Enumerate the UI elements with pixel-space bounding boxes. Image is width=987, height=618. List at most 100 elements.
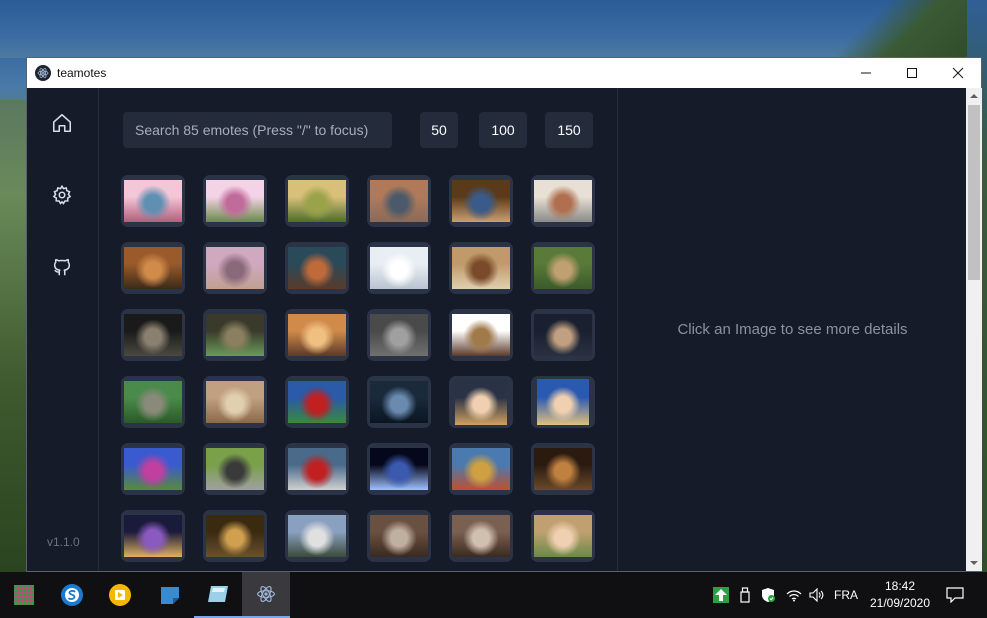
emote-tile[interactable] bbox=[531, 510, 595, 562]
minimize-button[interactable] bbox=[843, 58, 889, 88]
tray-volume-icon[interactable] bbox=[806, 572, 828, 618]
taskbar-media-app[interactable] bbox=[96, 572, 144, 618]
clock-date: 21/09/2020 bbox=[869, 596, 931, 610]
tray-security-icon[interactable] bbox=[758, 572, 778, 618]
emote-tile[interactable] bbox=[203, 376, 267, 428]
emote-tile[interactable] bbox=[285, 443, 349, 495]
emote-tile[interactable] bbox=[203, 309, 267, 361]
emote-tile[interactable] bbox=[449, 510, 513, 562]
emote-tile[interactable] bbox=[531, 175, 595, 227]
notification-icon bbox=[946, 587, 964, 603]
details-panel: Click an Image to see more details bbox=[617, 88, 967, 571]
emote-image bbox=[534, 314, 592, 356]
size-150-button[interactable]: 150 bbox=[545, 112, 593, 148]
emote-tile[interactable] bbox=[367, 309, 431, 361]
emote-tile[interactable] bbox=[203, 443, 267, 495]
tray-language[interactable]: FRA bbox=[832, 572, 860, 618]
emote-tile[interactable] bbox=[449, 376, 513, 428]
scroll-down-arrow-icon[interactable] bbox=[970, 559, 978, 567]
taskbar-notes-app[interactable] bbox=[146, 572, 194, 618]
emote-tile[interactable] bbox=[121, 443, 185, 495]
taskbar: FRA 18:42 21/09/2020 bbox=[0, 572, 987, 618]
emote-image bbox=[370, 381, 428, 423]
emote-tile[interactable] bbox=[121, 309, 185, 361]
speaker-icon bbox=[809, 588, 824, 602]
emote-tile[interactable] bbox=[285, 376, 349, 428]
emote-tile[interactable] bbox=[285, 242, 349, 294]
emote-image bbox=[124, 381, 182, 423]
search-input[interactable] bbox=[123, 112, 392, 148]
emote-tile[interactable] bbox=[285, 309, 349, 361]
tray-notifications[interactable] bbox=[942, 572, 968, 618]
emote-image bbox=[288, 448, 346, 490]
app-window: teamotes v1.1.0 Search 85 emotes (Press … bbox=[26, 57, 982, 572]
emote-tile[interactable] bbox=[449, 175, 513, 227]
emote-image bbox=[370, 515, 428, 557]
emote-tile[interactable] bbox=[531, 242, 595, 294]
clock-time: 18:42 bbox=[884, 579, 916, 593]
scroll-thumb[interactable] bbox=[968, 105, 980, 280]
emote-tile[interactable] bbox=[367, 242, 431, 294]
tray-usb-icon[interactable] bbox=[735, 572, 755, 618]
emote-tile[interactable] bbox=[531, 443, 595, 495]
emote-image bbox=[370, 448, 428, 490]
emote-tile[interactable] bbox=[285, 175, 349, 227]
taskbar-s-app[interactable] bbox=[48, 572, 96, 618]
clock[interactable]: 18:42 21/09/2020 bbox=[862, 578, 938, 612]
size-100-button[interactable]: 100 bbox=[479, 112, 527, 148]
emote-tile[interactable] bbox=[121, 376, 185, 428]
taskbar-teamotes[interactable] bbox=[242, 572, 290, 618]
emote-tile[interactable] bbox=[367, 175, 431, 227]
close-button[interactable] bbox=[935, 58, 981, 88]
taskbar-tiled-app[interactable] bbox=[0, 572, 48, 618]
sidebar-item-github[interactable] bbox=[51, 256, 75, 280]
glass-panel-icon bbox=[208, 586, 228, 602]
app-version: v1.1.0 bbox=[47, 535, 80, 549]
main-content: 50 100 150 bbox=[99, 88, 617, 571]
emote-image bbox=[124, 180, 182, 222]
gear-icon bbox=[52, 184, 72, 205]
emote-image bbox=[288, 515, 346, 557]
scrollbar[interactable] bbox=[966, 88, 982, 571]
maximize-button[interactable] bbox=[889, 58, 935, 88]
taskbar-glass-app[interactable] bbox=[194, 572, 242, 618]
play-circle-icon bbox=[109, 584, 131, 606]
emote-image bbox=[288, 381, 346, 423]
home-icon bbox=[52, 113, 72, 133]
github-icon bbox=[53, 258, 71, 276]
electron-icon bbox=[257, 586, 275, 602]
emote-tile[interactable] bbox=[449, 443, 513, 495]
emote-image bbox=[206, 247, 264, 289]
emote-tile[interactable] bbox=[531, 376, 595, 428]
scroll-up-arrow-icon[interactable] bbox=[970, 92, 978, 100]
emote-image bbox=[370, 314, 428, 356]
emote-image bbox=[206, 515, 264, 557]
emote-tile[interactable] bbox=[285, 510, 349, 562]
sidebar-item-settings[interactable] bbox=[51, 184, 75, 208]
emote-image bbox=[370, 247, 428, 289]
window-title: teamotes bbox=[57, 66, 107, 80]
emote-image bbox=[452, 515, 510, 557]
desktop-landscape-left bbox=[0, 100, 26, 572]
emote-tile[interactable] bbox=[367, 443, 431, 495]
usb-drive-icon bbox=[740, 587, 750, 603]
size-50-button[interactable]: 50 bbox=[420, 112, 458, 148]
emote-tile[interactable] bbox=[367, 376, 431, 428]
emote-tile[interactable] bbox=[121, 175, 185, 227]
emote-tile[interactable] bbox=[449, 309, 513, 361]
sidebar-item-home[interactable] bbox=[51, 112, 75, 136]
emote-tile[interactable] bbox=[449, 242, 513, 294]
emote-tile[interactable] bbox=[203, 510, 267, 562]
close-icon bbox=[952, 67, 964, 79]
emote-tile[interactable] bbox=[203, 175, 267, 227]
emote-tile[interactable] bbox=[121, 510, 185, 562]
emote-image bbox=[124, 515, 182, 557]
emote-tile[interactable] bbox=[121, 242, 185, 294]
tray-wifi-icon[interactable] bbox=[784, 572, 804, 618]
emote-tile[interactable] bbox=[367, 510, 431, 562]
emote-tile[interactable] bbox=[203, 242, 267, 294]
tray-update-icon[interactable] bbox=[710, 572, 732, 618]
emote-tile[interactable] bbox=[531, 309, 595, 361]
title-bar[interactable]: teamotes bbox=[27, 58, 981, 88]
desktop-hill bbox=[787, 0, 987, 58]
